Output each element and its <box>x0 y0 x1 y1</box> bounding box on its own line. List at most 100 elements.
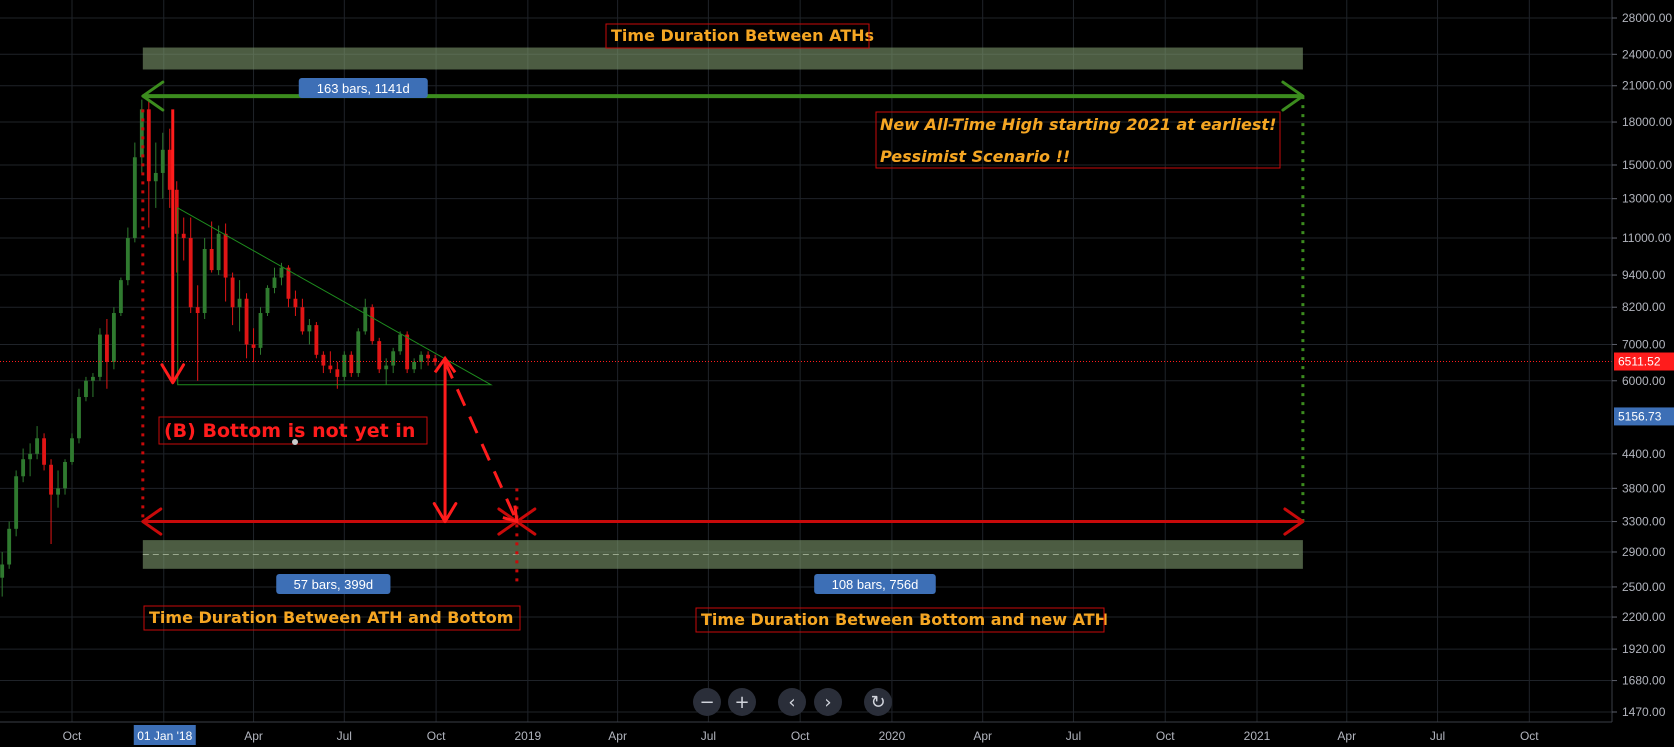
candle-body <box>405 334 410 370</box>
candle-body <box>98 334 102 377</box>
x-tick-label: Apr <box>608 729 627 743</box>
x-tick-label: Oct <box>1520 729 1539 743</box>
y-tick-label: 13000.00 <box>1622 192 1672 206</box>
candle-body <box>251 344 256 348</box>
candle-body <box>202 248 207 314</box>
candle-body <box>104 334 109 362</box>
candle-body <box>223 233 228 278</box>
x-tick-label: 01 Jan '18 <box>137 729 192 743</box>
ath-range-badge-text: 163 bars, 1141d <box>317 81 410 96</box>
candle-body <box>342 354 347 377</box>
candle-body <box>412 361 417 370</box>
ath-range-badge: 163 bars, 1141d <box>298 78 428 98</box>
candle-body <box>42 438 46 465</box>
candle-body <box>293 298 298 308</box>
reset-chart-button[interactable]: ↻ <box>864 688 892 716</box>
price-chart[interactable]: 163 bars, 1141d 57 bars, 399d 108 bars, 75… <box>0 0 1674 747</box>
x-tick-label: Jul <box>701 729 716 743</box>
candle-body <box>111 313 116 362</box>
x-tick-label: Jul <box>337 729 352 743</box>
zoom-in-button[interactable]: + <box>728 688 756 716</box>
candle-body <box>153 172 158 182</box>
scroll-right-button[interactable]: › <box>814 688 842 716</box>
y-axis: 28000.00 24000.00 21000.00 18000.00 15000.00… <box>1611 0 1674 722</box>
candle-body <box>0 564 5 578</box>
price-label: 5156.73 <box>1618 409 1662 423</box>
x-tick-label: 2021 <box>1244 729 1271 743</box>
y-tick-label: 1470.00 <box>1622 705 1666 719</box>
y-tick-label: 3800.00 <box>1622 481 1666 495</box>
y-tick-label: 2500.00 <box>1622 580 1666 594</box>
x-tick-label: Jul <box>1066 729 1081 743</box>
x-tick-label: Oct <box>427 729 446 743</box>
candle-body <box>391 351 396 366</box>
candle-body <box>377 341 382 370</box>
y-tick-label: 28000.00 <box>1622 11 1672 25</box>
candle-body <box>363 307 368 332</box>
candle-body <box>419 354 424 362</box>
top-band <box>142 47 1303 70</box>
candle-body <box>28 453 33 460</box>
candle-body <box>146 109 151 182</box>
candle-body <box>70 438 74 462</box>
new-ath-note-text: New All-Time High starting 2021 at earli… <box>880 115 1276 134</box>
cursor-dot <box>292 439 298 445</box>
y-tick-label: 3300.00 <box>1622 515 1666 529</box>
candle-body <box>167 149 172 190</box>
candle-body <box>125 238 130 281</box>
candle-body <box>7 528 12 565</box>
y-tick-label: 2900.00 <box>1622 545 1666 559</box>
ath-bottom-badge: 57 bars, 399d <box>276 574 391 594</box>
candle-body <box>35 438 40 454</box>
candle-body <box>335 369 340 377</box>
projection-line <box>443 361 519 523</box>
ath-bottom-duration-note: Time Duration Between ATH and Bottom <box>143 605 521 631</box>
bottom-ath-badge: 108 bars, 756d <box>814 574 936 594</box>
candle-body <box>398 334 403 352</box>
drawings: 163 bars, 1141d 57 bars, 399d 108 bars, 75… <box>0 78 1612 594</box>
x-tick-label: Apr <box>244 729 263 743</box>
y-tick-label: 24000.00 <box>1622 47 1672 61</box>
candle-body <box>384 365 389 370</box>
y-tick-label: 7000.00 <box>1622 337 1666 351</box>
price-label: 6511.52 <box>1618 355 1661 369</box>
pessimist-note: Pessimist Scenario !! <box>880 147 1070 166</box>
candle-body <box>188 238 193 308</box>
x-tick-label: Oct <box>63 729 82 743</box>
bottom-ath-duration-note: Time Duration Between Bottom and new ATH <box>695 607 1108 633</box>
x-tick-label: 2019 <box>514 729 541 743</box>
y-tick-label: 15000.00 <box>1622 158 1672 172</box>
y-tick-label: 8200.00 <box>1622 300 1666 314</box>
bottom-ath-badge-text: 108 bars, 756d <box>832 577 919 592</box>
ath-bottom-duration-note-text: Time Duration Between ATH and Bottom <box>149 608 513 627</box>
candle-body <box>307 325 312 332</box>
zoom-out-button[interactable]: − <box>693 688 721 716</box>
bottom-ath-duration-note-text: Time Duration Between Bottom and new ATH <box>701 610 1108 629</box>
candle-body <box>160 149 165 173</box>
title-ath-duration-text: Time Duration Between ATHs <box>611 26 874 45</box>
candle-body <box>426 354 431 359</box>
x-axis: Oct 01 Jan '18 Apr Jul Oct 2019 Apr Jul Oct 2020 A… <box>0 721 1612 745</box>
candle-body <box>314 325 319 355</box>
y-tick-label: 6000.00 <box>1622 374 1666 388</box>
candle-body <box>139 109 144 158</box>
scroll-left-button[interactable]: ‹ <box>778 688 806 716</box>
x-tick-label: Jul <box>1430 729 1445 743</box>
candle-body <box>321 354 326 366</box>
candle-body <box>209 248 214 271</box>
candle-body <box>265 287 270 314</box>
candle-body <box>21 459 26 477</box>
candle-body <box>272 277 277 288</box>
x-tick-label: Oct <box>791 729 810 743</box>
candle-body <box>258 313 263 348</box>
candle-body <box>56 488 60 495</box>
candle-body <box>118 280 123 314</box>
candle-body <box>49 464 53 495</box>
candle-body <box>349 354 354 374</box>
candle-body <box>286 267 291 299</box>
x-tick-label: 2020 <box>879 729 906 743</box>
ath-bottom-badge-text: 57 bars, 399d <box>294 577 374 592</box>
x-tick-label: Apr <box>1337 729 1356 743</box>
x-tick-label: Apr <box>973 729 992 743</box>
bottom-not-in-note-text: (B) Bottom is not yet in <box>164 420 415 442</box>
